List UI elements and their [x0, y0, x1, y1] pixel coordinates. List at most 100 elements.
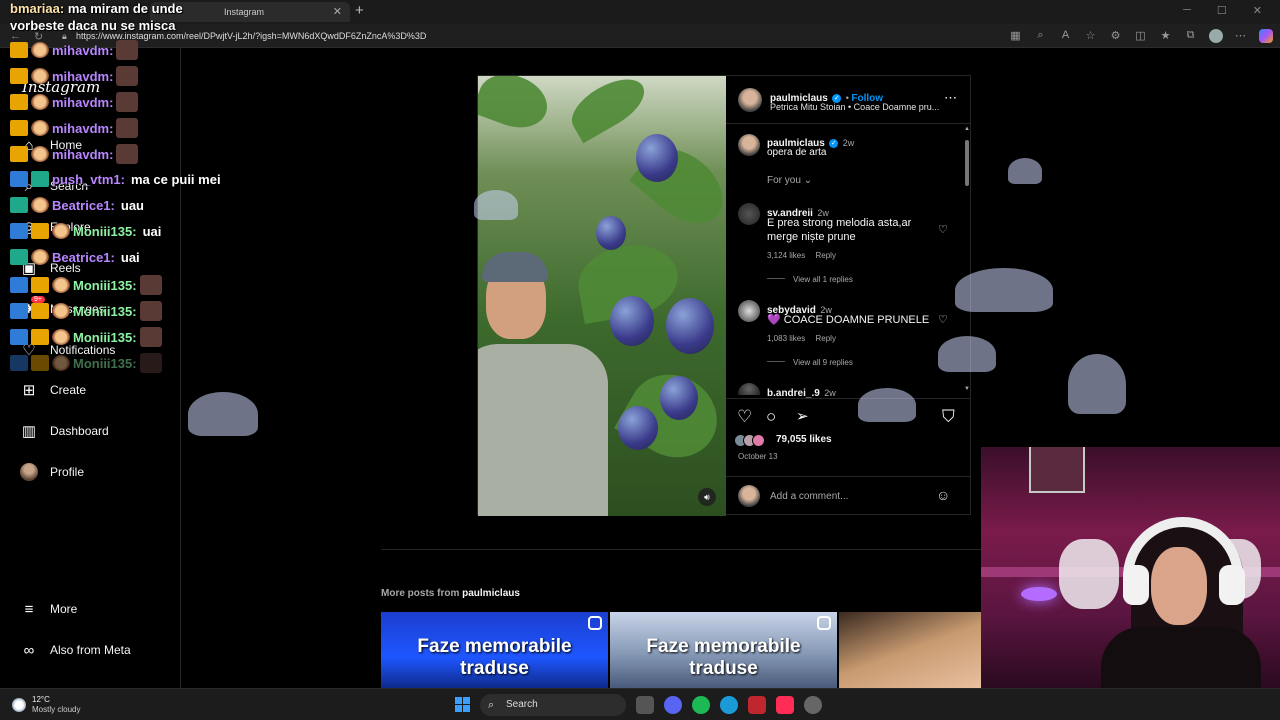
close-tab-icon[interactable]: ✕ [333, 5, 342, 18]
more-post-thumb[interactable]: Faze memorabile traduse [381, 612, 608, 688]
scroll-thumb[interactable] [965, 140, 969, 186]
browser-toolbar-icons: ▦ ⌕ A ☆ ⚙ ◫ ★ ⧉ ⋯ [1009, 29, 1273, 46]
chat-message: Moniii135: [10, 301, 162, 321]
comment-icon[interactable]: ○ [766, 407, 776, 427]
caption-text: opera de arta [767, 147, 827, 158]
obs-icon[interactable] [804, 696, 822, 714]
browser-tab-bar: Instagram ✕ + ─ ☐ ✕ [0, 0, 1280, 24]
dashboard-icon: ▥ [21, 423, 37, 440]
weather-widget[interactable]: 12°C Mostly cloudy [12, 695, 80, 715]
chat-username: push_vtm1: [52, 171, 125, 187]
thumb-caption: Faze memorabile traduse [417, 636, 572, 679]
plush-toy-shape [1059, 539, 1119, 609]
view-replies-button[interactable]: View all 1 replies [767, 275, 853, 284]
task-view-icon[interactable] [636, 696, 654, 714]
emoji-icon[interactable]: ☺ [936, 487, 950, 503]
sidebar-item-more[interactable]: ≡ More [20, 600, 78, 618]
person-cap [482, 252, 548, 282]
spotify-icon[interactable] [692, 696, 710, 714]
chat-username: bmariaa: [10, 1, 65, 16]
sidebar-item-label: Create [50, 383, 87, 397]
sidebar-item-label: Profile [50, 465, 85, 479]
liker-avatar [752, 434, 765, 447]
author-avatar[interactable] [738, 88, 762, 112]
reel-video[interactable]: 🔊︎ [478, 76, 726, 516]
reel-icon [588, 616, 602, 630]
commenter-avatar[interactable] [738, 300, 760, 322]
like-count[interactable]: 79,055 likes [776, 434, 832, 445]
maximize-icon[interactable]: ☐ [1217, 4, 1227, 17]
tiktok-icon[interactable] [776, 696, 794, 714]
chat-message: Moniii135: [10, 275, 162, 295]
chat-username: mihavdm: [52, 94, 114, 110]
view-replies-button[interactable]: View all 9 replies [767, 358, 853, 367]
more-posts-author[interactable]: paulmiclaus [462, 588, 520, 599]
extensions-icon[interactable]: ⚙ [1109, 29, 1122, 46]
comment-sort-dropdown[interactable]: For you ⌄ [767, 175, 812, 186]
section-divider [381, 549, 981, 550]
favorite-star-icon[interactable]: ☆ [1084, 29, 1097, 46]
comment-input[interactable]: Add a comment... [770, 491, 848, 502]
chat-text: vorbeste daca nu se misca [10, 18, 176, 33]
discord-icon[interactable] [664, 696, 682, 714]
sidebar-item-create[interactable]: ⊞ Create [20, 381, 86, 399]
windows-taskbar: 12°C Mostly cloudy ⌕ Search [0, 688, 1280, 720]
comment-likes[interactable]: 1,083 likes [767, 334, 805, 343]
commenter-avatar[interactable] [738, 383, 760, 395]
sidebar-item-label: Also from Meta [50, 643, 131, 657]
start-button[interactable] [455, 697, 470, 712]
comment-text: 💜 COACE DOAMNE PRUNELE [767, 314, 930, 326]
share-icon[interactable]: ➢ [796, 407, 809, 425]
caption-age: 2w [842, 138, 855, 148]
app-available-icon[interactable]: ▦ [1009, 29, 1022, 46]
weather-icon [12, 698, 26, 712]
reply-button[interactable]: Reply [815, 251, 835, 260]
more-post-thumb[interactable] [839, 612, 981, 688]
scroll-down-icon[interactable]: ▼ [964, 386, 970, 392]
messages-badge: 9+ [31, 296, 45, 303]
author-avatar[interactable] [738, 134, 760, 156]
profile-avatar[interactable] [1209, 29, 1223, 46]
like-icon[interactable]: ♡ [737, 407, 752, 427]
add-comment-bar: Add a comment... ☺ [726, 476, 971, 516]
chat-message: push_vtm1: ma ce puii mei [10, 171, 221, 187]
chat-text: ma ce puii mei [130, 171, 221, 187]
more-post-thumb[interactable]: Faze memorabile traduse [610, 612, 837, 688]
app-icon[interactable] [748, 696, 766, 714]
chat-text: uau [120, 197, 144, 213]
window-controls: ─ ☐ ✕ [1183, 4, 1262, 17]
search-icon: ⌕ [488, 699, 495, 711]
sidebar-item-profile[interactable]: Profile [20, 463, 84, 481]
copilot-icon[interactable] [1259, 29, 1273, 46]
chat-message: mihavdm: [10, 92, 139, 112]
audio-track[interactable]: Petrica Mitu Stoian • Coace Doamne pru..… [770, 102, 939, 112]
chat-username: mihavdm: [52, 42, 114, 58]
liker-avatars[interactable] [734, 434, 765, 447]
comment-likes[interactable]: 3,124 likes [767, 251, 805, 260]
bookmark-icon[interactable]: ⛉ [942, 407, 955, 427]
chat-username: mihavdm: [52, 146, 114, 162]
favorites-icon[interactable]: ★ [1159, 29, 1172, 46]
avatar-icon [20, 463, 38, 481]
settings-menu-icon[interactable]: ⋯ [1234, 29, 1247, 46]
reply-button[interactable]: Reply [815, 334, 835, 343]
minimize-icon[interactable]: ─ [1183, 4, 1191, 17]
audio-toggle-button[interactable]: 🔊︎ [698, 488, 716, 506]
taskbar-search[interactable]: ⌕ Search [480, 694, 626, 716]
zoom-icon[interactable]: ⌕ [1034, 29, 1047, 46]
close-window-icon[interactable]: ✕ [1253, 4, 1262, 17]
comment-like-icon[interactable]: ♡ [938, 313, 948, 326]
url-field[interactable]: 🔒︎ https://www.instagram.com/reel/DPwjtV… [62, 28, 1022, 44]
comment-like-icon[interactable]: ♡ [938, 223, 948, 236]
sidebar-item-also-from-meta[interactable]: ∞ Also from Meta [20, 641, 131, 659]
sidebar-item-dashboard[interactable]: ▥ Dashboard [20, 422, 109, 440]
more-options-icon[interactable]: ⋯ [944, 90, 957, 106]
comment-line: E prea strong melodia asta,ar [767, 217, 912, 229]
commenter-avatar[interactable] [738, 203, 760, 225]
scroll-up-icon[interactable]: ▲ [964, 126, 970, 132]
read-aloud-icon[interactable]: A [1059, 29, 1072, 46]
new-tab-icon[interactable]: + [355, 2, 364, 19]
split-screen-icon[interactable]: ◫ [1134, 29, 1147, 46]
edge-icon[interactable] [720, 696, 738, 714]
collections-icon[interactable]: ⧉ [1184, 29, 1197, 46]
